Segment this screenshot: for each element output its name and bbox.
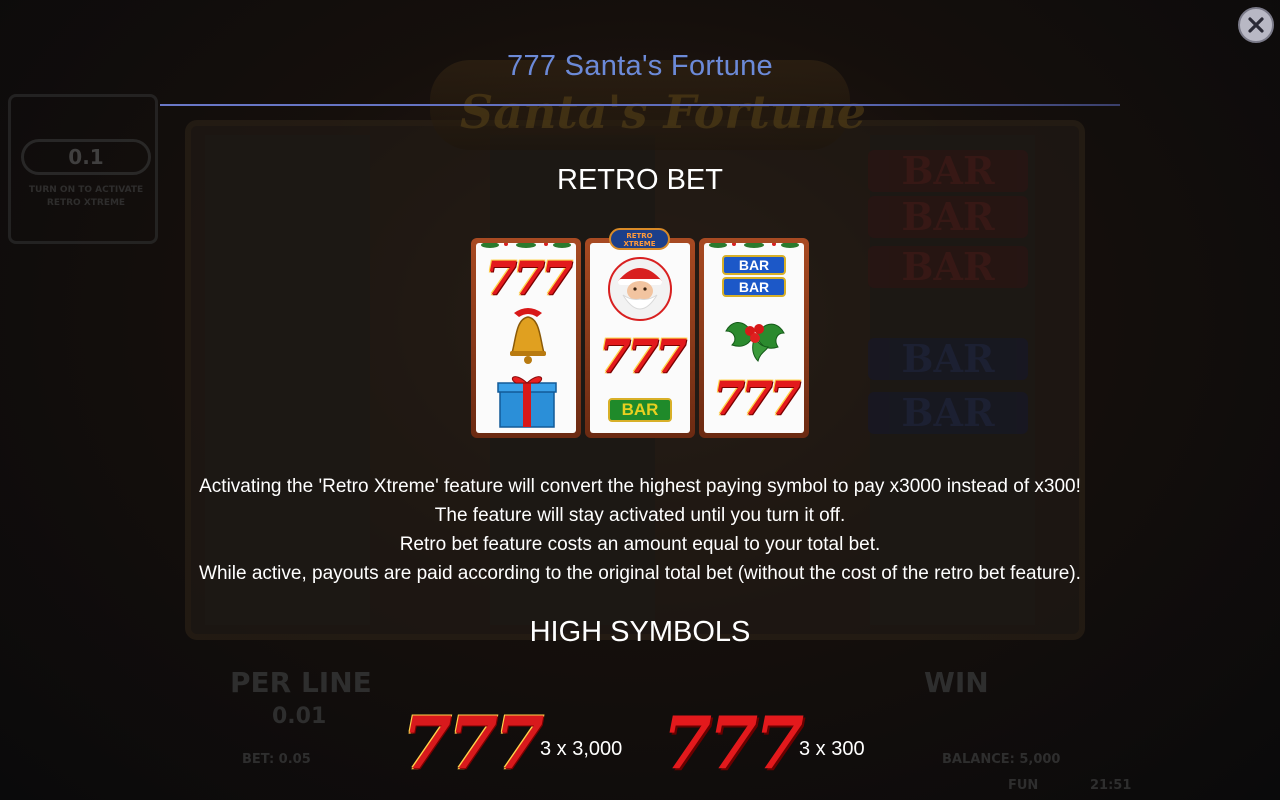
retro-xtreme-badge: RETRO XTREME (609, 228, 670, 250)
close-button[interactable] (1238, 7, 1274, 43)
santa-icon (608, 257, 672, 321)
mode-text: FUN (1008, 778, 1039, 793)
per-line-label: PER LINE (230, 666, 372, 699)
background-logo-text: Santa's Fortune (460, 85, 866, 139)
close-icon (1248, 17, 1264, 33)
retro-panel-hint-2: RETRO XTREME (46, 198, 126, 208)
title-divider (160, 104, 1120, 106)
holly-decoration-icon (481, 243, 571, 248)
bet-text: BET: 0.05 (242, 752, 311, 767)
holly-decoration-icon (709, 243, 799, 248)
per-line-value: 0.01 (272, 704, 327, 729)
high-symbols-heading: HIGH SYMBOLS (529, 616, 751, 648)
badge-line-2: XTREME (623, 240, 656, 248)
retro-bet-heading: RETRO BET (557, 164, 723, 196)
win-label: WIN (924, 666, 989, 699)
retro-bet-description: Activating the 'Retro Xtreme' feature wi… (0, 472, 1280, 588)
seven-symbol: 777 (599, 329, 687, 383)
bar-symbol: BAR (608, 398, 672, 422)
preview-reel-1: 777 (471, 238, 581, 438)
retro-seven-payout: 3 x 3,000 (540, 738, 623, 760)
description-line-3: Retro bet feature costs an amount equal … (399, 534, 881, 555)
seven-symbol-large: 777 (662, 700, 804, 785)
bell-icon (510, 308, 546, 364)
balance-text: BALANCE: 5,000 (942, 752, 1061, 767)
dialog-title: 777 Santa's Fortune (507, 50, 773, 82)
gift-icon (497, 376, 557, 428)
badge-line-1: RETRO (626, 232, 653, 240)
background-bar-symbol: BAR (868, 338, 1028, 380)
description-line-4: While active, payouts are paid according… (199, 563, 1081, 584)
background-bar-symbol: BAR (868, 392, 1028, 434)
seven-payout: 3 x 300 (799, 738, 865, 760)
description-line-2: The feature will stay activated until yo… (434, 505, 846, 526)
background-bar-symbol: BAR (868, 246, 1028, 288)
seven-symbol: 777 (713, 371, 801, 425)
preview-reel-2: 777 BAR (585, 238, 695, 438)
retro-seven-symbol: 777 (402, 700, 544, 785)
description-line-1: Activating the 'Retro Xtreme' feature wi… (199, 476, 1081, 497)
background-bar-symbol: BAR (868, 196, 1028, 238)
bar-symbol: BAR (722, 277, 786, 297)
seven-symbol: 777 (485, 251, 573, 305)
holly-icon (725, 322, 785, 362)
clock-text: 21:51 (1090, 778, 1132, 793)
preview-reel-3: BAR BAR 777 (699, 238, 809, 438)
bar-symbol: BAR (722, 255, 786, 275)
